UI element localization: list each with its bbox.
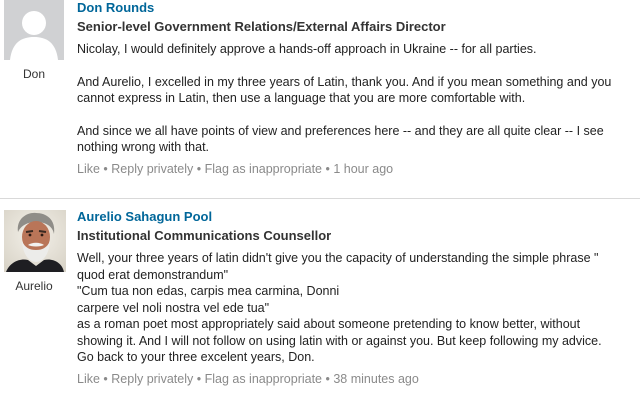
text-line: quod erat demonstrandum" — [77, 267, 229, 282]
separator: • — [322, 161, 334, 176]
flag-inappropriate-link[interactable]: Flag as inappropriate — [205, 162, 322, 176]
comment-item: Don Don Rounds Senior-level Government R… — [0, 0, 640, 196]
author-first-name: Aurelio — [15, 279, 53, 293]
text-line: Well, your three years of latin didn't g… — [77, 251, 599, 265]
reply-privately-link[interactable]: Reply privately — [111, 372, 193, 386]
default-profile-silhouette-icon — [4, 0, 64, 60]
author-first-name: Don — [22, 67, 45, 81]
avatar[interactable] — [4, 0, 64, 60]
comment-paragraph: And Aurelio, I excelled in my three year… — [77, 74, 633, 107]
flag-inappropriate-link[interactable]: Flag as inappropriate — [205, 372, 322, 386]
timestamp: 38 minutes ago — [333, 371, 419, 386]
author-headline: Senior-level Government Relations/Extern… — [77, 19, 446, 34]
comment-item: Aurelio Aurelio Sahagun Pool Institution… — [0, 206, 640, 400]
comment-text: Nicolay, I would definitely approve a ha… — [77, 41, 633, 156]
author-headline: Institutional Communications Counsellor — [77, 228, 332, 243]
comment-actions: Like • Reply privately • Flag as inappro… — [77, 371, 633, 387]
separator: • — [193, 161, 205, 176]
comment-paragraph: Well, your three years of latin didn't g… — [77, 250, 633, 366]
text-line: And Aurelio, I excelled in my three year… — [77, 74, 612, 89]
text-line: cannot express in Latin, then use a lang… — [77, 91, 526, 105]
like-link[interactable]: Like — [77, 372, 100, 386]
comment-divider — [0, 198, 640, 199]
reply-privately-link[interactable]: Reply privately — [111, 162, 193, 176]
timestamp: 1 hour ago — [333, 161, 394, 176]
text-line: nothing wrong with that. — [77, 140, 210, 154]
profile-photo-bearded-man — [4, 210, 66, 272]
comment-text: Well, your three years of latin didn't g… — [77, 250, 633, 366]
text-line: And since we all have points of view and… — [77, 123, 604, 138]
text-line: Go back to your three excelent years, Do… — [77, 350, 315, 364]
comment-actions: Like • Reply privately • Flag as inappro… — [77, 161, 633, 177]
separator: • — [193, 371, 205, 386]
text-line: Nicolay, I would definitely approve a ha… — [77, 42, 537, 56]
comment-paragraph: Nicolay, I would definitely approve a ha… — [77, 41, 633, 58]
separator: • — [99, 161, 112, 176]
separator: • — [99, 371, 112, 386]
author-name-link[interactable]: Aurelio Sahagun Pool — [77, 209, 633, 225]
text-line: as a roman poet most appropriately said … — [77, 317, 581, 331]
like-link[interactable]: Like — [77, 162, 100, 176]
separator: • — [322, 371, 334, 386]
comment-paragraph: And since we all have points of view and… — [77, 123, 633, 156]
text-line: showing it. And I will not follow on usi… — [77, 333, 602, 348]
text-line: carpere vel noli nostra vel ede tua" — [77, 300, 270, 315]
avatar[interactable] — [4, 210, 66, 272]
author-name-link[interactable]: Don Rounds — [77, 0, 633, 16]
text-line: "Cum tua non edas, carpis mea carmina, D… — [77, 284, 340, 298]
